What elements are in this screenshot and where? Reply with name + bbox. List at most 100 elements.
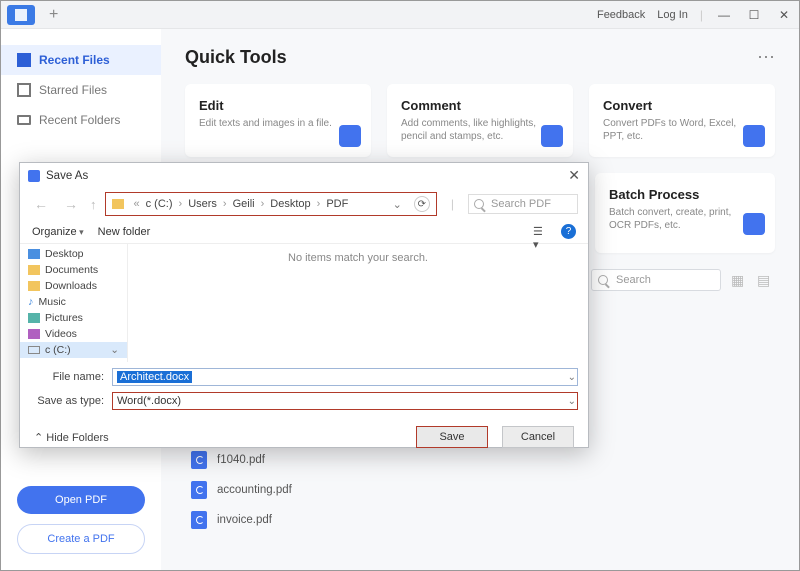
crumb[interactable]: Users xyxy=(188,198,217,210)
savetype-select[interactable]: Word(*.docx) xyxy=(112,392,578,410)
app-logo-icon xyxy=(15,9,27,21)
file-icon xyxy=(17,53,31,67)
nav-up-button[interactable]: ↑ xyxy=(90,197,97,212)
drive-icon xyxy=(28,346,40,354)
nav-forward-button[interactable]: → xyxy=(60,196,82,212)
edit-icon xyxy=(339,125,361,147)
file-item[interactable]: f1040.pdf xyxy=(191,451,292,469)
folder-icon xyxy=(28,265,40,275)
dialog-search-input[interactable]: Search PDF xyxy=(468,194,578,214)
pdf-icon xyxy=(191,511,207,529)
tree-item-drive-c[interactable]: c (C:)⌄ xyxy=(20,342,127,358)
comment-icon xyxy=(541,125,563,147)
crumb[interactable]: Geili xyxy=(233,198,255,210)
open-pdf-button[interactable]: Open PDF xyxy=(17,486,145,514)
savetype-value: Word(*.docx) xyxy=(117,395,181,407)
folder-icon xyxy=(112,199,124,209)
convert-icon xyxy=(743,125,765,147)
page-title: Quick Tools xyxy=(185,47,287,68)
save-button[interactable]: Save xyxy=(416,426,488,448)
refresh-button[interactable]: ⟳ xyxy=(414,196,430,212)
nav-back-button[interactable]: ← xyxy=(30,196,52,212)
view-compact-icon[interactable]: ▦ xyxy=(731,272,747,288)
folder-icon xyxy=(28,281,40,291)
help-button[interactable]: ? xyxy=(561,224,576,239)
maximize-button[interactable]: ☐ xyxy=(745,8,763,22)
search-icon xyxy=(598,275,608,285)
tree-item-documents[interactable]: Documents xyxy=(20,262,127,278)
chevron-down-icon[interactable]: ⌄ xyxy=(568,396,576,407)
tree-item-downloads[interactable]: Downloads xyxy=(20,278,127,294)
sidebar-item-label: Recent Folders xyxy=(39,113,120,127)
new-folder-button[interactable]: New folder xyxy=(98,226,151,238)
star-icon xyxy=(17,83,31,97)
view-mode-button[interactable]: ☰ ▾ xyxy=(533,225,551,239)
crumb[interactable]: PDF xyxy=(326,198,348,210)
card-title: Comment xyxy=(401,98,559,113)
card-comment[interactable]: Comment Add comments, like highlights, p… xyxy=(387,84,573,157)
search-placeholder: Search xyxy=(616,274,651,286)
card-desc: Convert PDFs to Word, Excel, PPT, etc. xyxy=(603,117,743,143)
new-tab-button[interactable]: + xyxy=(41,6,66,24)
file-name: accounting.pdf xyxy=(217,484,292,496)
tree-item-desktop[interactable]: Desktop xyxy=(20,246,127,262)
sidebar-item-recent-folders[interactable]: Recent Folders xyxy=(1,105,161,135)
file-pane: No items match your search. xyxy=(128,244,588,362)
card-convert[interactable]: Convert Convert PDFs to Word, Excel, PPT… xyxy=(589,84,775,157)
music-icon: ♪ xyxy=(28,296,34,308)
crumb[interactable]: c (C:) xyxy=(146,198,173,210)
more-menu-button[interactable]: ⋯ xyxy=(757,47,775,68)
card-title: Edit xyxy=(199,98,357,113)
card-desc: Edit texts and images in a file. xyxy=(199,117,339,130)
card-desc: Add comments, like highlights, pencil an… xyxy=(401,117,541,143)
separator: | xyxy=(700,8,703,22)
feedback-link[interactable]: Feedback xyxy=(597,9,645,21)
filename-label: File name: xyxy=(32,371,104,383)
cancel-button[interactable]: Cancel xyxy=(502,426,574,448)
sidebar-item-label: Recent Files xyxy=(39,53,110,67)
close-window-button[interactable]: ✕ xyxy=(775,8,793,22)
create-pdf-button[interactable]: Create a PDF xyxy=(17,524,145,554)
folder-icon xyxy=(17,115,31,125)
close-dialog-button[interactable]: ✕ xyxy=(568,167,580,184)
chevron-down-icon[interactable]: ⌄ xyxy=(568,372,576,383)
filename-input[interactable]: Architect.docx xyxy=(112,368,578,386)
pdf-icon xyxy=(191,451,207,469)
card-batch-process[interactable]: Batch Process Batch convert, create, pri… xyxy=(595,173,775,253)
filename-value: Architect.docx xyxy=(117,371,192,383)
file-name: invoice.pdf xyxy=(217,514,272,526)
breadcrumb[interactable]: « c (C:)› Users› Geili› Desktop› PDF ⌄ ⟳ xyxy=(105,192,437,216)
file-name: f1040.pdf xyxy=(217,454,265,466)
chevron-down-icon[interactable]: ⌄ xyxy=(393,198,402,211)
file-item[interactable]: invoice.pdf xyxy=(191,511,292,529)
recent-files-list: f1040.pdf accounting.pdf invoice.pdf xyxy=(191,451,292,529)
sidebar-item-starred-files[interactable]: Starred Files xyxy=(1,75,161,105)
search-input[interactable]: Search xyxy=(591,269,721,291)
tree-item-videos[interactable]: Videos xyxy=(20,326,127,342)
organize-menu[interactable]: Organize xyxy=(32,226,84,238)
chevron-down-icon[interactable]: ⌄ xyxy=(110,344,119,356)
sidebar-item-recent-files[interactable]: Recent Files xyxy=(1,45,161,75)
view-grid-icon[interactable]: ▤ xyxy=(757,272,773,288)
tree-item-music[interactable]: ♪Music xyxy=(20,294,127,310)
file-item[interactable]: accounting.pdf xyxy=(191,481,292,499)
card-edit[interactable]: Edit Edit texts and images in a file. xyxy=(185,84,371,157)
batch-icon xyxy=(743,213,765,235)
home-tab[interactable] xyxy=(7,5,35,25)
empty-message: No items match your search. xyxy=(288,252,428,264)
title-bar: + Feedback Log In | — ☐ ✕ xyxy=(1,1,799,29)
app-logo-icon xyxy=(28,170,40,182)
videos-icon xyxy=(28,329,40,339)
pictures-icon xyxy=(28,313,40,323)
tree-item-pictures[interactable]: Pictures xyxy=(20,310,127,326)
card-desc: Batch convert, create, print, OCR PDFs, … xyxy=(609,206,749,232)
crumb[interactable]: Desktop xyxy=(270,198,310,210)
login-link[interactable]: Log In xyxy=(657,9,688,21)
card-title: Convert xyxy=(603,98,761,113)
desktop-icon xyxy=(28,249,40,259)
save-as-dialog: Save As ✕ ← → ↑ « c (C:)› Users› Geili› … xyxy=(19,162,589,448)
hide-folders-toggle[interactable]: Hide Folders xyxy=(34,431,109,444)
minimize-button[interactable]: — xyxy=(715,8,733,22)
savetype-label: Save as type: xyxy=(32,395,104,407)
pdf-icon xyxy=(191,481,207,499)
